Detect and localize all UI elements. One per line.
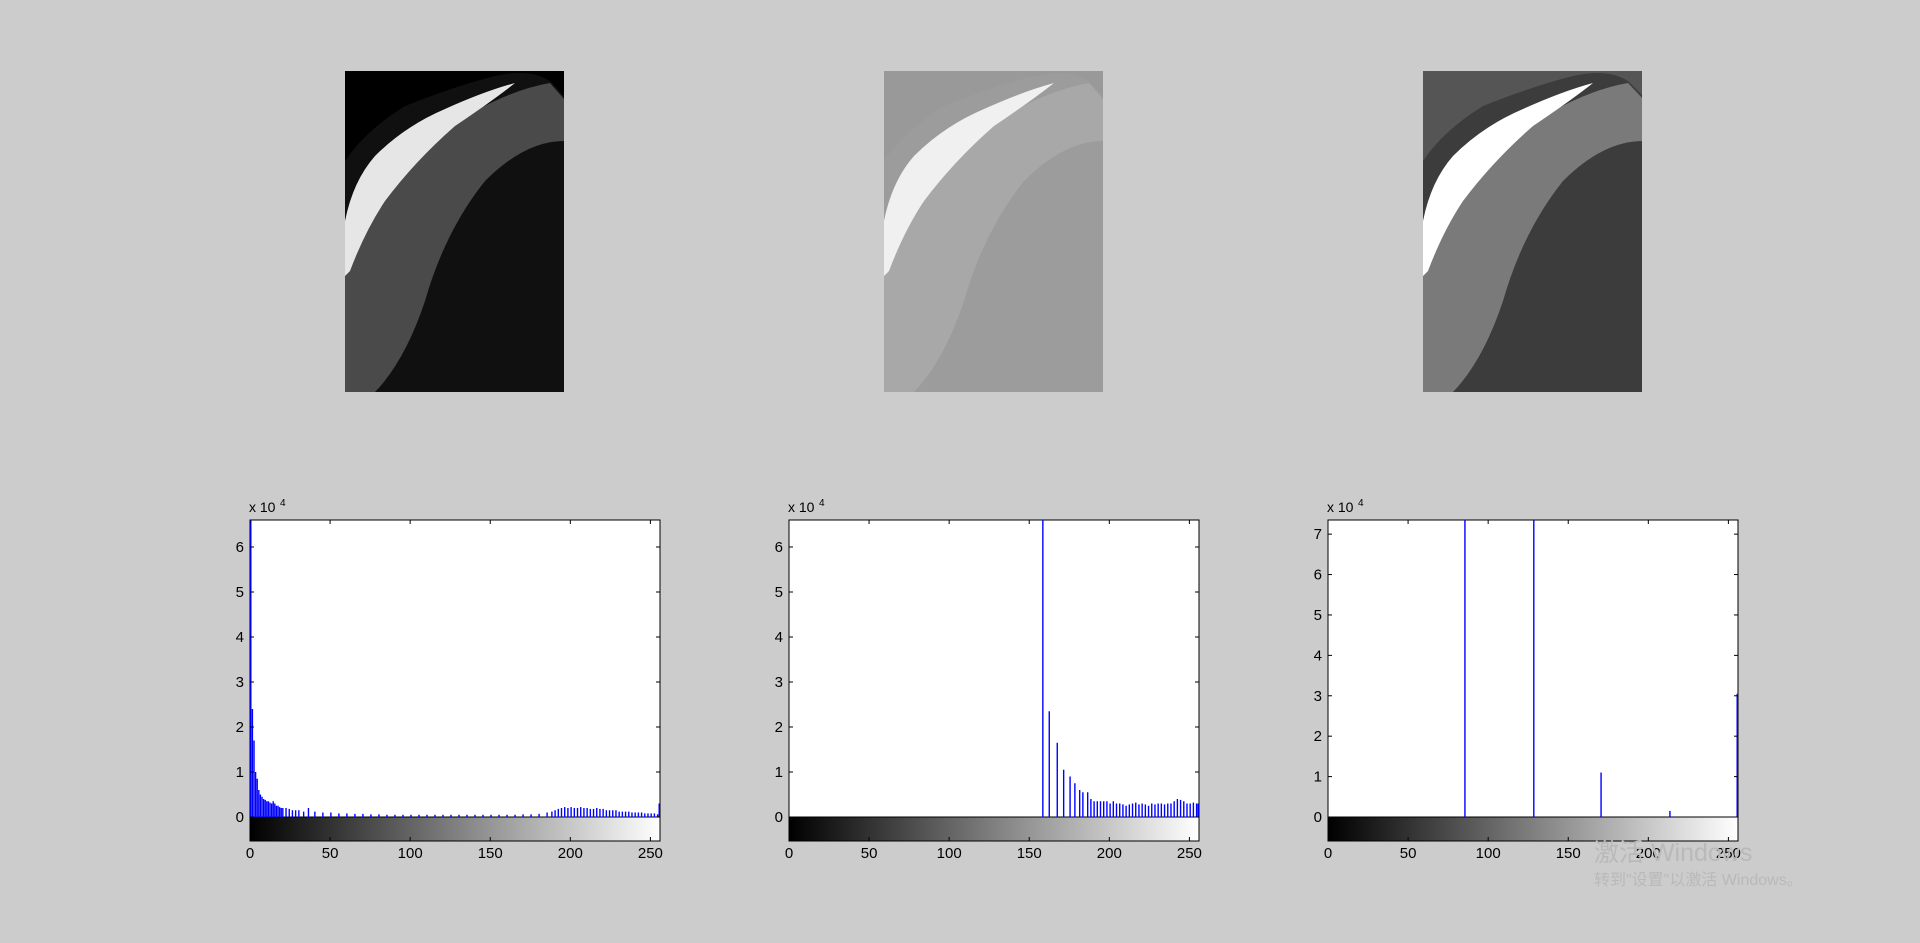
y-tick-label: 4 [1314,647,1322,664]
y-tick-label: 0 [1314,809,1322,826]
x-tick-label: 150 [1556,845,1581,862]
intensity-colorbar [788,816,1200,842]
x-tick-label: 0 [246,845,254,862]
histogram-brightened: 0 1 2 3 4 5 6 0 50 100 150 200 250 x 10 4 [775,490,1209,862]
y-tick-label: 4 [236,629,244,646]
windows-activation-watermark: 激活 Windows 转到"设置"以激活 Windows。 [1594,838,1803,892]
y-tick-label: 2 [1314,728,1322,745]
histogram-brightened-svg: 0 1 2 3 4 5 6 0 50 100 150 200 250 x 10 4 [775,498,1202,862]
y-exponent-power: 4 [280,498,286,509]
y-tick-label: 2 [236,719,244,736]
y-tick-label: 3 [236,674,244,691]
y-tick-label: 0 [236,809,244,826]
y-tick-label: 6 [1314,567,1322,584]
x-tick-label: 50 [861,845,878,862]
x-tick-label: 0 [785,845,793,862]
plot-area [249,519,661,818]
x-tick-label: 50 [1400,845,1417,862]
x-tick-label: 250 [1177,845,1202,862]
histogram-quantized-svg: 012345670 50 100 150 200 250x 10 4 [1314,498,1741,862]
original-image [345,71,564,392]
y-tick-label: 3 [775,674,783,691]
quantized-image-panel [1423,71,1642,392]
y-exponent-power: 4 [819,498,825,509]
y-tick-label: 3 [1314,688,1322,705]
y-tick-label: 6 [775,539,783,556]
y-tick-label: 5 [775,584,783,601]
original-image-panel [345,71,564,392]
brightened-image [884,71,1103,392]
x-tick-label: 100 [398,845,423,862]
y-tick-label: 5 [1314,607,1322,624]
x-tick-label: 250 [638,845,663,862]
plot-area [788,519,1200,818]
y-tick-label: 1 [236,764,244,781]
x-tick-label: 150 [1017,845,1042,862]
y-tick-label: 0 [775,809,783,826]
y-tick-label: 1 [775,764,783,781]
histogram-original-svg: 0 1 2 3 4 5 6 0 50 100 150 200 250 x 10 4 [236,498,663,862]
quantized-image [1423,71,1642,392]
watermark-title: 激活 Windows [1594,839,1753,867]
y-tick-label: 5 [236,584,244,601]
x-tick-label: 200 [1097,845,1122,862]
y-tick-label: 2 [775,719,783,736]
y-exponent-label: x 10 [1327,499,1354,515]
x-tick-label: 0 [1324,845,1332,862]
x-tick-label: 200 [558,845,583,862]
brightened-image-panel [884,71,1103,392]
y-exponent-label: x 10 [788,499,815,515]
histogram-quantized: 0 1 2 3 4 5 6 7 0 50 100 150 200 250 x 10 4 [1314,490,1748,862]
x-tick-label: 100 [1476,845,1501,862]
histogram-original: 0 1 2 3 4 5 6 0 50 100 150 200 250 x 10 4 [236,490,670,862]
x-tick-label: 50 [322,845,339,862]
y-exponent-label: x 10 [249,499,276,515]
y-tick-label: 1 [1314,769,1322,786]
x-tick-label: 100 [937,845,962,862]
watermark-subtitle: 转到"设置"以激活 Windows。 [1594,872,1803,889]
y-exponent-power: 4 [1358,498,1364,509]
y-tick-label: 4 [775,629,783,646]
x-tick-label: 150 [478,845,503,862]
plot-area [1327,519,1739,818]
intensity-colorbar [249,816,661,842]
y-tick-label: 6 [236,539,244,556]
y-tick-label: 7 [1314,526,1322,543]
